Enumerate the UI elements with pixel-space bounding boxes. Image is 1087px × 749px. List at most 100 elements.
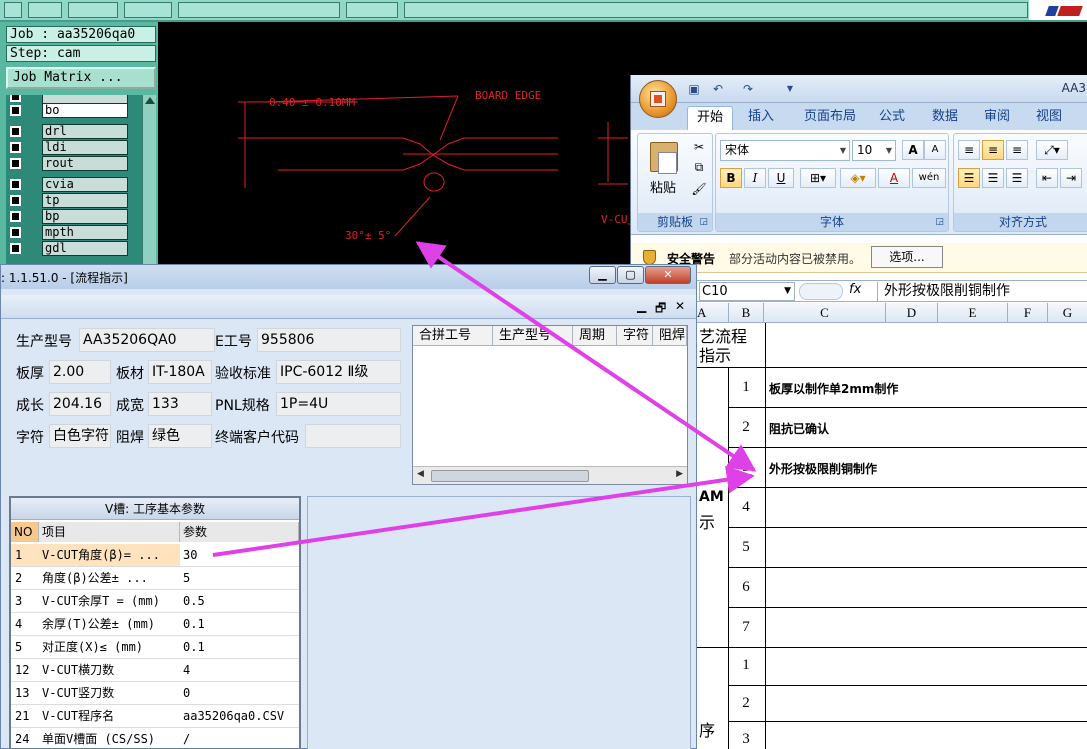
layer-checkbox[interactable] (10, 142, 21, 153)
toolbar-button[interactable] (124, 2, 172, 18)
scroll-left-icon[interactable]: ◀ (417, 469, 424, 479)
cell-text-selected[interactable]: 外形按极限削铜制作 (769, 460, 877, 477)
layer-checkbox[interactable] (10, 211, 21, 222)
length-field[interactable]: 204.16 (49, 392, 111, 416)
bold-button[interactable]: B (720, 168, 742, 188)
layer-checkbox[interactable] (10, 158, 21, 169)
layer-row[interactable]: gdl (8, 241, 140, 256)
mdi-close-icon[interactable]: ✕ (675, 299, 685, 313)
table-header[interactable]: 合拼工号 (413, 326, 493, 346)
formula-input[interactable]: 外形按极限削铜制作 (877, 282, 1087, 301)
column-header-e[interactable]: E (938, 303, 1008, 323)
eno-field[interactable]: 955806 (257, 328, 401, 352)
font-size-combo[interactable]: 10 ▼ (852, 140, 896, 161)
toolbar-button[interactable] (4, 2, 22, 18)
pnl-field[interactable]: 1P=4U (276, 392, 401, 416)
fill-color-icon[interactable]: ◈▾ (840, 168, 876, 188)
layer-row[interactable]: drl (8, 124, 140, 139)
grow-font-button[interactable]: A (902, 140, 924, 160)
tab-review[interactable]: 审阅 (981, 106, 1013, 130)
undo-icon[interactable]: ↶ (711, 82, 725, 96)
layer-checkbox[interactable] (10, 126, 21, 137)
office-button[interactable] (639, 80, 677, 118)
toolbar-button[interactable] (28, 2, 62, 18)
layer-row[interactable]: ldi (8, 140, 140, 155)
cell-text[interactable]: 板厚以制作单2mm制作 (769, 380, 898, 397)
italic-button[interactable]: I (744, 168, 766, 188)
table-header[interactable]: 生产型号 (493, 326, 573, 346)
maximize-button[interactable]: ▢ (617, 266, 644, 284)
increase-indent-icon[interactable]: ⇥ (1060, 168, 1082, 188)
layer-checkbox[interactable] (10, 105, 21, 116)
layer-checkbox[interactable] (10, 195, 21, 206)
tab-data[interactable]: 数据 (927, 106, 963, 130)
column-header-a[interactable]: A (695, 303, 729, 323)
toolbar-button[interactable] (68, 2, 118, 18)
layer-checkbox[interactable] (10, 179, 21, 190)
toolbar-button[interactable] (346, 2, 398, 18)
name-box[interactable]: C10 ▼ (699, 282, 795, 301)
scroll-right-icon[interactable]: ▶ (676, 469, 683, 479)
paste-icon[interactable] (650, 142, 678, 174)
orientation-icon[interactable]: ⤢▾ (1036, 140, 1068, 160)
decrease-indent-icon[interactable]: ⇤ (1036, 168, 1058, 188)
tab-formulas[interactable]: 公式 (875, 106, 909, 130)
tab-view[interactable]: 视图 (1033, 106, 1065, 130)
merge-job-table[interactable]: 合拼工号 生产型号 周期 字符 阻焊 ◀ ▶ (412, 325, 688, 485)
tab-home[interactable]: 开始 (687, 106, 733, 130)
standard-field[interactable]: IPC-6012 Ⅱ级 (276, 360, 401, 384)
scroll-up-icon[interactable] (145, 97, 155, 104)
dialog-launcher-icon[interactable]: ◲ (935, 217, 944, 227)
table-row[interactable]: 5 对正度(X)≤ (mm) 0.1 (11, 636, 299, 659)
phonetic-button[interactable]: wén (912, 168, 946, 188)
layer-row[interactable]: cvia (8, 177, 140, 192)
copy-icon[interactable]: ⧉ (688, 158, 710, 178)
align-center-icon[interactable]: ☰ (982, 168, 1004, 188)
options-button[interactable]: 选项... (871, 246, 943, 268)
tab-page-layout[interactable]: 页面布局 (797, 106, 863, 130)
cell-text[interactable]: 阻抗已确认 (769, 420, 829, 437)
shrink-font-button[interactable]: A (924, 140, 946, 160)
spreadsheet-grid[interactable]: 艺流程 指示 AM 示 序 1 板厚以制作单2mm制作 2 阻抗已确认 3 外形… (631, 323, 1087, 749)
scroll-thumb[interactable] (431, 470, 589, 482)
align-left-icon[interactable]: ☰ (958, 168, 980, 188)
fx-icon[interactable]: fx (849, 282, 871, 297)
layer-checkbox[interactable] (10, 227, 21, 238)
layer-row[interactable]: bp (8, 209, 140, 224)
mdi-minimize-icon[interactable]: ▁ (637, 299, 646, 313)
cut-icon[interactable]: ✂ (688, 138, 710, 158)
font-color-button[interactable]: A (878, 168, 910, 188)
align-bottom-icon[interactable]: ≡ (1006, 140, 1028, 160)
table-header[interactable]: 周期 (573, 326, 617, 346)
row-param[interactable]: 4 (180, 659, 299, 681)
tab-insert[interactable]: 插入 (741, 106, 781, 130)
layer-row[interactable]: bo (8, 103, 140, 118)
close-button[interactable]: ✕ (645, 266, 691, 284)
horizontal-scrollbar[interactable]: ◀ ▶ (413, 466, 687, 484)
material-field[interactable]: IT-180A (148, 360, 212, 384)
underline-button[interactable]: U (768, 168, 794, 188)
mdi-restore-icon[interactable]: 🗗 (655, 299, 666, 320)
table-row[interactable]: 3 V-CUT余厚T = (mm) 0.5 (11, 590, 299, 613)
layer-scrollbar[interactable] (142, 95, 156, 266)
char-field[interactable]: 白色字符 (49, 424, 111, 448)
minimize-button[interactable]: ▁ (589, 266, 616, 284)
table-header[interactable]: 字符 (617, 326, 653, 346)
table-row[interactable]: 21 V-CUT程序名 aa35206qa0.CSV (11, 705, 299, 728)
column-header-no[interactable]: NO (11, 522, 39, 542)
customize-icon[interactable]: ▼ (783, 82, 797, 96)
align-middle-icon[interactable]: ≡ (982, 140, 1004, 160)
table-row[interactable]: 2 角度(β)公差± ... 5 (11, 567, 299, 590)
row-param[interactable]: 0.5 (180, 590, 299, 612)
column-header-c[interactable]: C (764, 303, 886, 323)
customer-code-field[interactable] (305, 424, 401, 448)
toolbar-field[interactable] (178, 2, 340, 18)
layer-checkbox[interactable] (10, 95, 21, 102)
job-matrix-button[interactable]: Job Matrix ... (6, 67, 156, 89)
mask-field[interactable]: 绿色 (148, 424, 212, 448)
cam-drawing-canvas[interactable]: 0.40 ± 0.10MM BOARD EDGE 30°± 5° V-CU (158, 22, 638, 266)
redo-icon[interactable]: ↷ (741, 82, 755, 96)
layer-row[interactable]: rout (8, 156, 140, 171)
row-param[interactable]: 30 (180, 544, 299, 566)
table-row[interactable]: 24 单面V槽面 (CS/SS) / (11, 728, 299, 748)
